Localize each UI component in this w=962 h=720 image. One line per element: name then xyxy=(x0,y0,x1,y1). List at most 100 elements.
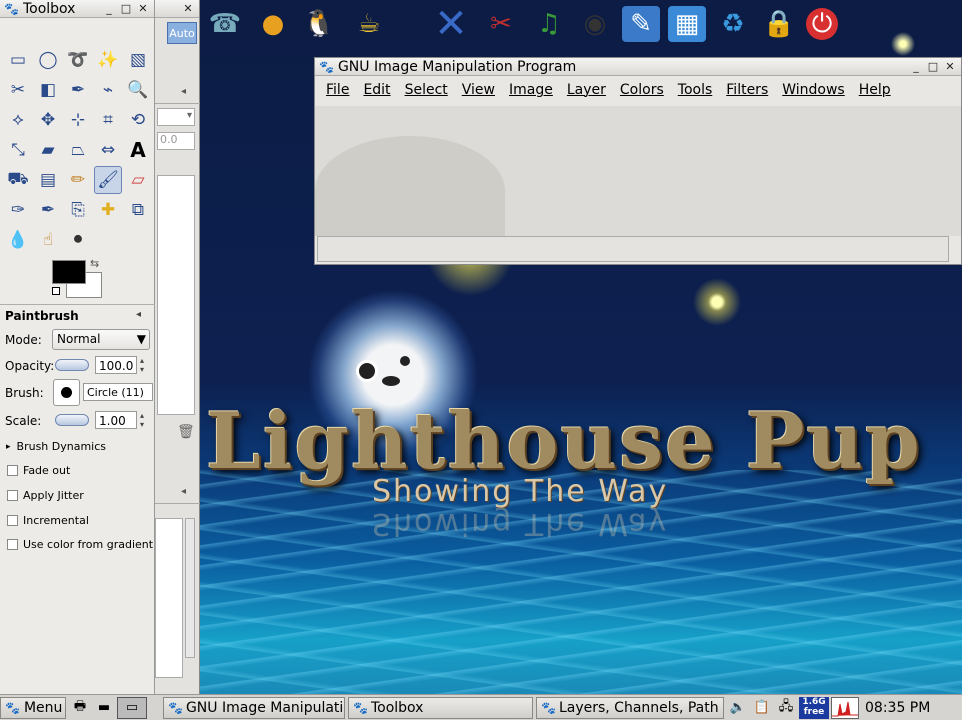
brush-name[interactable]: Circle (11) xyxy=(83,383,153,401)
network-icon[interactable]: 🖧 xyxy=(775,697,797,719)
clock[interactable]: 08:35 PM xyxy=(865,700,930,716)
blur-icon[interactable]: 💧 xyxy=(4,226,32,254)
menu-tools[interactable]: Tools xyxy=(671,82,720,98)
task-gimp[interactable]: 🐾 GNU Image Manipulati xyxy=(163,696,345,719)
maximize-icon[interactable]: □ xyxy=(119,2,133,16)
auto-button[interactable]: Auto xyxy=(167,22,197,44)
color-picker-icon[interactable]: ⌁ xyxy=(94,76,122,104)
swap-colors-icon[interactable]: ⇆ xyxy=(90,257,99,270)
menu-edit[interactable]: Edit xyxy=(356,82,397,98)
empty-canvas-area[interactable] xyxy=(315,106,961,236)
clone-icon[interactable]: ⎘ xyxy=(64,196,92,224)
ink-icon[interactable]: ✒ xyxy=(34,196,62,224)
free-select-icon[interactable]: ➰ xyxy=(64,46,92,74)
magnify-icon[interactable]: 🔍 xyxy=(124,76,152,104)
recycle-bin-icon[interactable]: ♻ xyxy=(714,6,752,42)
eraser-icon[interactable]: ▱ xyxy=(124,166,152,194)
helmet-icon[interactable]: ◉ xyxy=(576,6,614,42)
foreground-color-swatch[interactable] xyxy=(52,260,86,284)
menu-file[interactable]: File xyxy=(319,82,356,98)
opacity-slider[interactable] xyxy=(55,359,89,371)
dock-scrollbar[interactable] xyxy=(185,518,195,658)
close-icon[interactable]: ✕ xyxy=(136,2,150,16)
paths-icon[interactable]: ✒ xyxy=(64,76,92,104)
linux-penguin-icon[interactable]: 🐧 xyxy=(300,6,338,42)
drive-icon[interactable]: ▬ xyxy=(93,697,115,719)
close-icon[interactable]: ✕ xyxy=(181,2,195,16)
align-icon[interactable]: ⊹ xyxy=(64,106,92,134)
globe-icon[interactable]: ● xyxy=(254,6,292,42)
teapot-icon[interactable]: ☕ xyxy=(350,6,388,42)
perspective-clone-icon[interactable]: ⧉ xyxy=(124,196,152,224)
perspective-icon[interactable]: ⏢ xyxy=(64,136,92,164)
apply-jitter-checkbox[interactable]: Apply Jitter xyxy=(7,489,84,502)
start-menu-button[interactable]: 🐾 Menu xyxy=(0,696,66,719)
bucket-fill-icon[interactable]: ⛟ xyxy=(4,166,32,194)
minimize-icon[interactable]: _ xyxy=(909,60,923,74)
move-icon[interactable]: ✥ xyxy=(34,106,62,134)
heal-icon[interactable]: ✚ xyxy=(94,196,122,224)
dock-menu-icon-2[interactable]: ◂ xyxy=(181,486,186,497)
task-layers[interactable]: 🐾 Layers, Channels, Path xyxy=(536,696,724,719)
scale-slider[interactable] xyxy=(55,414,89,426)
opacity-stepper-icon[interactable]: ▴ ▾ xyxy=(140,356,144,374)
pen-edit-icon[interactable]: ✎ xyxy=(622,6,660,42)
dock-list[interactable] xyxy=(157,175,195,415)
mode-select[interactable]: Normal ▼ xyxy=(52,329,150,350)
trash-icon[interactable]: 🗑 xyxy=(177,424,195,440)
measure-icon[interactable]: ⟡ xyxy=(4,106,32,134)
select-by-color-icon[interactable]: ▧ xyxy=(124,46,152,74)
smudge-icon[interactable]: ☝ xyxy=(34,226,62,254)
volume-icon[interactable]: 🔈 xyxy=(727,697,749,719)
printer-icon[interactable]: 🖶 xyxy=(69,697,91,719)
menu-filters[interactable]: Filters xyxy=(719,82,775,98)
menu-layer[interactable]: Layer xyxy=(560,82,613,98)
scale-input[interactable]: 1.00 xyxy=(95,411,137,429)
rect-select-icon[interactable]: ▭ xyxy=(4,46,32,74)
clipboard-icon[interactable]: 📋 xyxy=(751,697,773,719)
scissors-icon[interactable]: ✂ xyxy=(4,76,32,104)
dock-menu-icon[interactable]: ◂ xyxy=(181,86,186,97)
power-icon[interactable]: ⏻ xyxy=(806,8,838,40)
ellipse-select-icon[interactable]: ◯ xyxy=(34,46,62,74)
blend-icon[interactable]: ▤ xyxy=(34,166,62,194)
reset-colors-icon[interactable] xyxy=(52,287,60,295)
minimize-icon[interactable]: _ xyxy=(102,2,116,16)
menu-image[interactable]: Image xyxy=(502,82,560,98)
dock-spin-value[interactable]: 0.0 xyxy=(157,132,195,150)
paintbrush-icon[interactable]: 🖌 xyxy=(94,166,122,194)
music-icon[interactable]: ♫ xyxy=(530,6,568,42)
fuzzy-select-icon[interactable]: ✨ xyxy=(94,46,122,74)
incremental-checkbox[interactable]: Incremental xyxy=(7,514,89,527)
pencil-icon[interactable]: ✏ xyxy=(64,166,92,194)
dock-combo[interactable]: ▾ xyxy=(157,108,195,126)
close-icon[interactable]: ✕ xyxy=(943,60,957,74)
scale-icon[interactable]: ⤡ xyxy=(4,136,32,164)
menu-select[interactable]: Select xyxy=(398,82,455,98)
image-icon[interactable]: ▦ xyxy=(668,6,706,42)
maximize-icon[interactable]: □ xyxy=(926,60,940,74)
brush-dynamics-expander[interactable]: ▸ Brush Dynamics xyxy=(6,440,106,453)
flip-icon[interactable]: ⇔ xyxy=(94,136,122,164)
opacity-input[interactable]: 100.0 xyxy=(95,356,137,374)
desktop-switcher-icon[interactable]: ▭ xyxy=(117,696,147,719)
gradient-color-checkbox[interactable]: Use color from gradient xyxy=(7,538,153,551)
menu-view[interactable]: View xyxy=(455,82,502,98)
task-toolbox[interactable]: 🐾 Toolbox xyxy=(348,696,533,719)
dodge-burn-icon[interactable]: ⚫ xyxy=(64,226,92,254)
menu-help[interactable]: Help xyxy=(852,82,898,98)
brush-preview[interactable] xyxy=(53,379,80,406)
text-tool-icon[interactable]: A xyxy=(124,136,152,164)
tools-icon[interactable]: ✂ xyxy=(482,6,520,42)
tool-options-menu-icon[interactable]: ◂ xyxy=(136,309,141,320)
phone-icon[interactable]: ☎ xyxy=(206,6,244,42)
menu-windows[interactable]: Windows xyxy=(775,82,852,98)
airbrush-icon[interactable]: ✑ xyxy=(4,196,32,224)
menu-colors[interactable]: Colors xyxy=(613,82,671,98)
crop-icon[interactable]: ⌗ xyxy=(94,106,122,134)
abiword-icon[interactable]: ✕ xyxy=(424,1,478,47)
scale-stepper-icon[interactable]: ▴ ▾ xyxy=(140,411,144,429)
lock-icon[interactable]: 🔒 xyxy=(760,6,798,42)
rotate-icon[interactable]: ⟲ xyxy=(124,106,152,134)
fade-out-checkbox[interactable]: Fade out xyxy=(7,464,70,477)
